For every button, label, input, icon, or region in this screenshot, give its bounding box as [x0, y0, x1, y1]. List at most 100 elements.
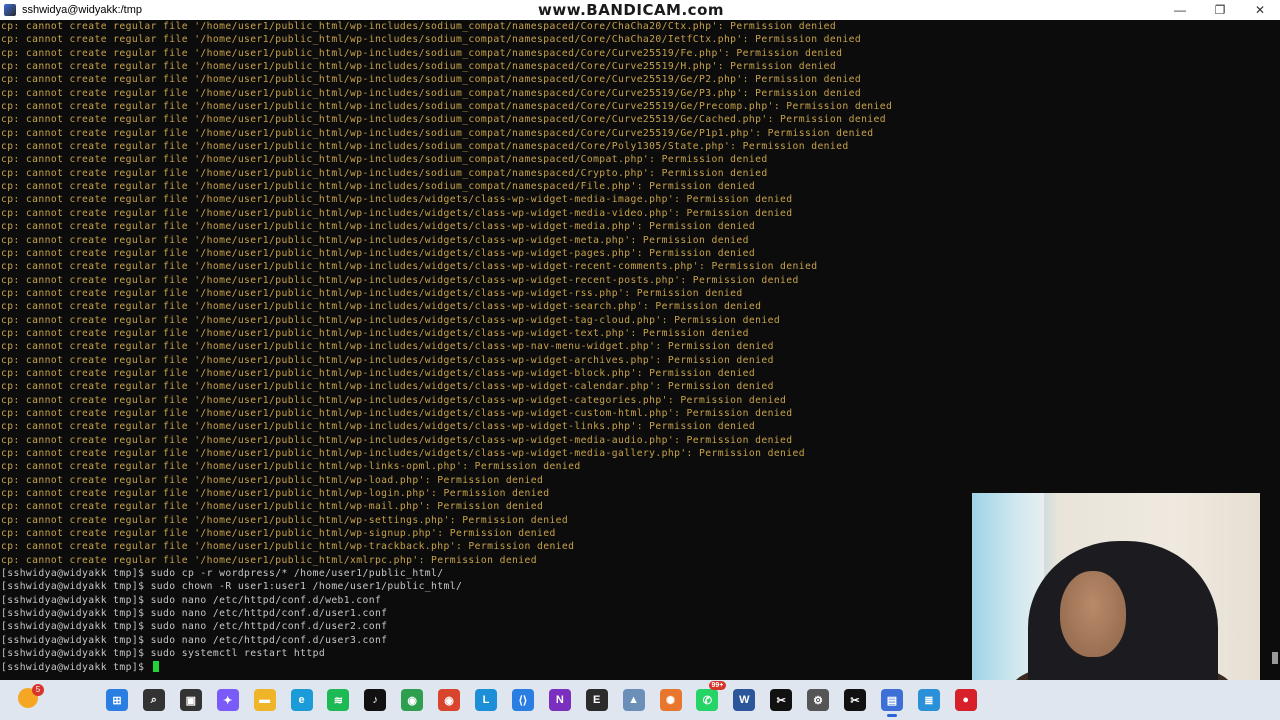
- pinwheel-glyph: ✺: [665, 694, 676, 707]
- terminal-error-line: cp: cannot create regular file '/home/us…: [1, 367, 756, 379]
- window-title: sshwidya@widyakk:/tmp: [22, 4, 142, 16]
- photos-glyph: ▲: [628, 694, 640, 706]
- settings-glyph: ⚙: [813, 694, 824, 707]
- terminal-error-line: cp: cannot create regular file '/home/us…: [1, 261, 818, 273]
- terminal-error-line: cp: cannot create regular file '/home/us…: [1, 194, 793, 206]
- onenote-icon[interactable]: N: [548, 689, 571, 711]
- capcut-icon[interactable]: ✂: [770, 689, 793, 711]
- terminal-error-line: cp: cannot create regular file '/home/us…: [1, 234, 749, 246]
- weather-badge: 5: [32, 684, 44, 696]
- start-glyph: ⊞: [112, 694, 122, 707]
- notepad-glyph: ≣: [924, 694, 934, 707]
- terminal-error-line: cp: cannot create regular file '/home/us…: [1, 461, 581, 473]
- terminal-error-line: cp: cannot create regular file '/home/us…: [1, 381, 774, 393]
- chrome-profile-glyph: ◉: [444, 694, 454, 707]
- capcut-glyph: ✂: [776, 694, 786, 707]
- maximize-button[interactable]: ❐: [1200, 0, 1240, 20]
- terminal-error-line: cp: cannot create regular file '/home/us…: [1, 354, 774, 366]
- pinwheel-icon[interactable]: ✺: [659, 689, 682, 711]
- terminal-error-line: cp: cannot create regular file '/home/us…: [1, 34, 862, 46]
- photos-icon[interactable]: ▲: [622, 689, 645, 711]
- edge-glyph: e: [298, 694, 305, 706]
- terminal-error-line: cp: cannot create regular file '/home/us…: [1, 101, 893, 113]
- chrome-glyph: ◉: [407, 694, 417, 707]
- terminal-error-line: cp: cannot create regular file '/home/us…: [1, 167, 768, 179]
- terminal-error-line: cp: cannot create regular file '/home/us…: [1, 247, 756, 259]
- edge-icon[interactable]: e: [290, 689, 313, 711]
- vscode-icon[interactable]: ⟨⟩: [511, 689, 534, 711]
- capcut-2-glyph: ✂: [850, 694, 860, 707]
- terminal-error-line: cp: cannot create regular file '/home/us…: [1, 407, 793, 419]
- terminal-error-line: cp: cannot create regular file '/home/us…: [1, 114, 886, 126]
- copilot-glyph: ✦: [223, 694, 233, 707]
- terminal-error-line: cp: cannot create regular file '/home/us…: [1, 301, 762, 313]
- close-button[interactable]: ✕: [1240, 0, 1280, 20]
- notepad-icon[interactable]: ≣: [917, 689, 940, 711]
- terminal-error-line: cp: cannot create regular file '/home/us…: [1, 207, 793, 219]
- bandicam-icon[interactable]: ●: [954, 689, 977, 711]
- text-cursor: [152, 661, 159, 672]
- prompt-text: [sshwidya@widyakk tmp]$: [1, 661, 151, 673]
- window-controls: — ❐ ✕: [1160, 0, 1280, 20]
- tiktok-glyph: ♪: [372, 694, 379, 706]
- window-title-bar: sshwidya@widyakk:/tmp www.BANDICAM.com —…: [0, 0, 1280, 20]
- lexicon-icon[interactable]: L: [475, 689, 497, 711]
- search-icon[interactable]: ⌕: [142, 689, 165, 711]
- vscode-glyph: ⟨⟩: [518, 694, 528, 707]
- terminal-error-line: cp: cannot create regular file '/home/us…: [1, 448, 805, 459]
- copilot-icon[interactable]: ✦: [216, 689, 239, 711]
- whatsapp-glyph: ✆: [702, 694, 712, 707]
- tiktok-icon[interactable]: ♪: [364, 689, 387, 711]
- chrome-profile-icon[interactable]: ◉: [438, 689, 461, 711]
- word-glyph: W: [739, 694, 750, 706]
- minimize-button[interactable]: —: [1160, 0, 1200, 20]
- task-view-glyph: ▣: [185, 694, 196, 707]
- terminal-error-line: cp: cannot create regular file '/home/us…: [1, 154, 768, 166]
- terminal-error-line: cp: cannot create regular file '/home/us…: [1, 47, 843, 59]
- webcam-overlay: [972, 493, 1260, 708]
- terminal-error-line: cp: cannot create regular file '/home/us…: [1, 287, 743, 299]
- lexicon-glyph: L: [482, 694, 490, 706]
- terminal-error-line: cp: cannot create regular file '/home/us…: [1, 61, 837, 73]
- terminal-error-line: cp: cannot create regular file '/home/us…: [1, 274, 799, 286]
- file-explorer-icon[interactable]: ▬: [253, 689, 276, 711]
- word-icon[interactable]: W: [733, 689, 756, 711]
- terminal-error-line: cp: cannot create regular file '/home/us…: [1, 21, 837, 32]
- terminal-app-icon: [4, 4, 16, 16]
- task-view-icon[interactable]: ▣: [179, 689, 202, 711]
- epic-games-glyph: E: [593, 694, 601, 706]
- terminal-error-line: cp: cannot create regular file '/home/us…: [1, 327, 749, 339]
- terminal-error-line: cp: cannot create regular file '/home/us…: [1, 434, 793, 446]
- spotify-icon[interactable]: ≋: [327, 689, 350, 711]
- weather-widget[interactable]: 5: [18, 684, 44, 712]
- terminal-error-line: cp: cannot create regular file '/home/us…: [1, 474, 544, 486]
- file-explorer-glyph: ▬: [259, 694, 271, 706]
- chrome-icon[interactable]: ◉: [401, 689, 424, 711]
- search-glyph: ⌕: [150, 693, 157, 706]
- terminal-error-line: cp: cannot create regular file '/home/us…: [1, 74, 862, 86]
- terminal-error-line: cp: cannot create regular file '/home/us…: [1, 314, 781, 326]
- terminal-error-line: cp: cannot create regular file '/home/us…: [1, 341, 774, 353]
- terminal-error-line: cp: cannot create regular file '/home/us…: [1, 141, 849, 153]
- terminal-error-line: cp: cannot create regular file '/home/us…: [1, 127, 874, 139]
- onenote-glyph: N: [555, 694, 564, 706]
- terminal-error-line: cp: cannot create regular file '/home/us…: [1, 394, 787, 406]
- taskbar: 5 ⊞ ⌕ ▣ ✦ ▬ e ≋ ♪ ◉ ◉ L ⟨⟩ N E ▲ ✺ ✆ 99+ W ✂ ⚙ ✂ ▤ ≣ ●: [0, 680, 1280, 720]
- bandicam-glyph: ●: [962, 694, 970, 706]
- webcam-person-face: [1060, 571, 1126, 657]
- scrollbar-thumb[interactable]: [1272, 652, 1278, 664]
- whatsapp-icon[interactable]: ✆ 99+: [696, 681, 727, 711]
- spotify-glyph: ≋: [333, 694, 343, 707]
- terminal-app-glyph: ▤: [886, 694, 898, 707]
- terminal-scrollbar[interactable]: [1268, 20, 1280, 678]
- whatsapp-badge: 99+: [708, 681, 727, 690]
- capcut-2-icon[interactable]: ✂: [844, 689, 866, 711]
- settings-icon[interactable]: ⚙: [807, 689, 830, 711]
- start-icon[interactable]: ⊞: [106, 689, 128, 711]
- terminal-error-line: cp: cannot create regular file '/home/us…: [1, 87, 862, 99]
- terminal-error-line: cp: cannot create regular file '/home/us…: [1, 221, 756, 233]
- terminal-app-icon[interactable]: ▤: [880, 689, 903, 717]
- epic-games-icon[interactable]: E: [585, 689, 608, 711]
- bandicam-watermark: www.BANDICAM.com: [538, 1, 725, 19]
- terminal-error-line: cp: cannot create regular file '/home/us…: [1, 181, 756, 193]
